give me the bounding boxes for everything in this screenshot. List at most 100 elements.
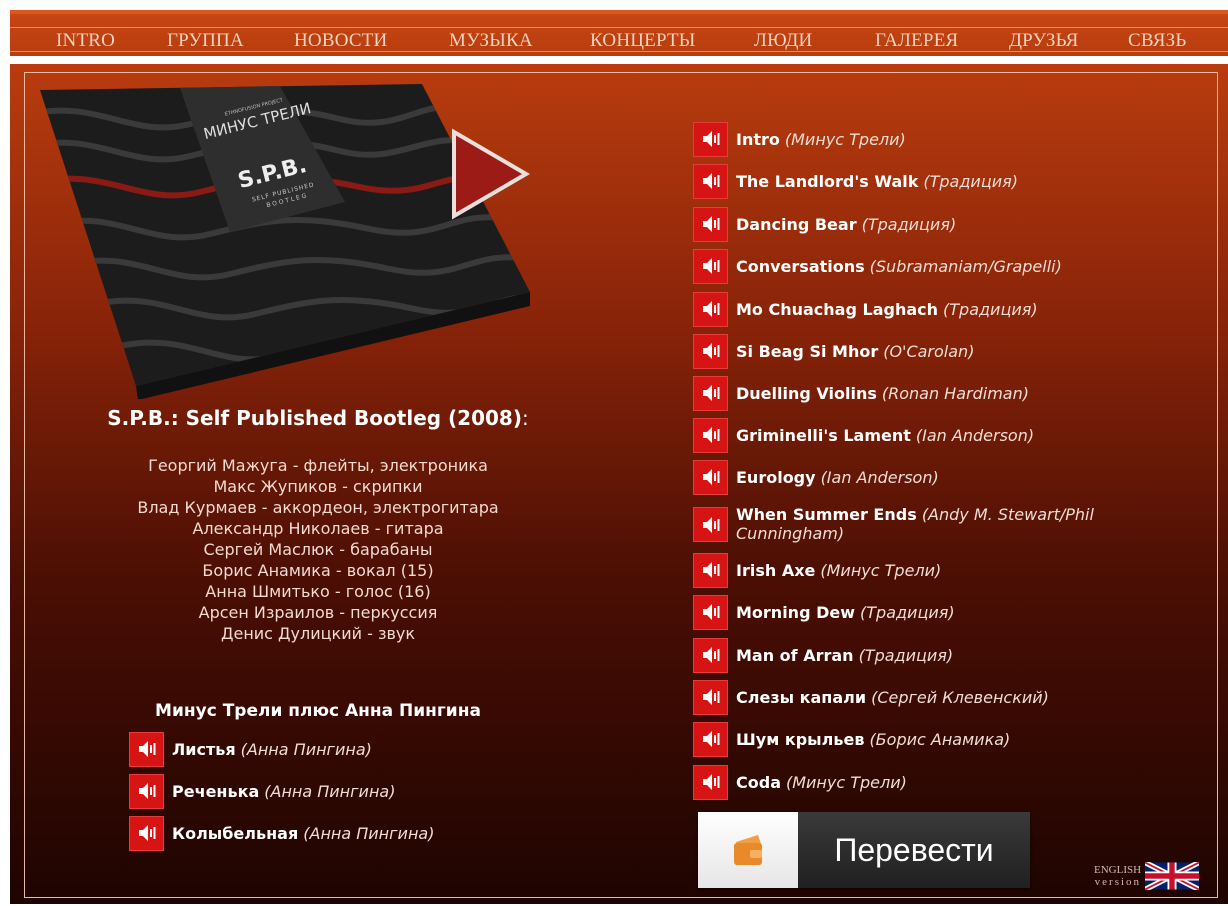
track-author: (Традиция) <box>923 171 1018 191</box>
nav-item-group[interactable]: ГРУППА <box>167 30 244 52</box>
track-item[interactable]: Man of Arran (Традиция) <box>693 637 953 673</box>
speaker-icon[interactable] <box>693 206 728 242</box>
track-name: Coda <box>736 772 781 792</box>
speaker-icon[interactable] <box>693 163 728 199</box>
speaker-icon[interactable] <box>693 721 728 757</box>
members-list: Георгий Мажуга - флейты, электроника Мак… <box>40 455 596 644</box>
track-name: Duelling Violins <box>736 383 877 403</box>
track-author: (Анна Пингина) <box>240 739 372 759</box>
nav-item-contact[interactable]: СВЯЗЬ <box>1128 30 1187 52</box>
speaker-icon[interactable] <box>129 731 164 767</box>
wallet-icon <box>734 835 762 865</box>
track-item[interactable]: Conversations (Subramaniam/Grapelli) <box>693 248 1062 284</box>
track-author: (Минус Трели) <box>784 129 906 149</box>
translate-icon-area <box>698 812 798 888</box>
speaker-icon[interactable] <box>693 291 728 327</box>
member-item: Георгий Мажуга - флейты, электроника <box>148 456 488 475</box>
track-item[interactable]: Слезы капали (Сергей Клевенский) <box>693 679 1049 715</box>
bonus-track-item[interactable]: Колыбельная (Анна Пингина) <box>129 815 434 851</box>
track-author: (Традиция) <box>943 299 1038 319</box>
track-name: Man of Arran <box>736 645 854 665</box>
track-author: (Анна Пингина) <box>303 823 435 843</box>
speaker-icon[interactable] <box>693 375 728 411</box>
version-label: version <box>1094 876 1142 888</box>
track-author: (O'Carolan) <box>883 341 975 361</box>
track-item[interactable]: Coda (Минус Трели) <box>693 764 907 800</box>
track-author: (Традиция) <box>860 602 955 622</box>
top-navigation: INTRO ГРУППА НОВОСТИ МУЗЫКА КОНЦЕРТЫ ЛЮД… <box>10 10 1228 56</box>
nav-item-people[interactable]: ЛЮДИ <box>754 30 812 52</box>
play-icon[interactable] <box>450 128 530 220</box>
track-name: Шум крыльев <box>736 729 865 749</box>
speaker-icon[interactable] <box>129 773 164 809</box>
track-name: Irish Axe <box>736 560 816 580</box>
english-version-link[interactable]: ENGLISH version <box>1094 862 1200 890</box>
track-item[interactable]: Duelling Violins (Ronan Hardiman) <box>693 375 1029 411</box>
member-item: Анна Шмитько - голос (16) <box>205 582 431 601</box>
speaker-icon[interactable] <box>693 417 728 453</box>
speaker-icon[interactable] <box>693 679 728 715</box>
english-label: ENGLISH <box>1094 864 1142 876</box>
track-author: (Минус Трели) <box>820 560 942 580</box>
translate-button-label: Перевести <box>798 812 1030 888</box>
speaker-icon[interactable] <box>129 815 164 851</box>
track-item[interactable]: Irish Axe (Минус Трели) <box>693 552 941 588</box>
track-item[interactable]: Mo Chuachag Laghach (Традиция) <box>693 291 1038 327</box>
speaker-icon[interactable] <box>693 248 728 284</box>
track-author: (Борис Анамика) <box>869 729 1011 749</box>
track-name: Intro <box>736 129 780 149</box>
speaker-icon[interactable] <box>693 764 728 800</box>
nav-divider-top <box>10 27 1228 28</box>
track-item[interactable]: Griminelli's Lament (Ian Anderson) <box>693 417 1034 453</box>
bonus-track-item[interactable]: Листья (Анна Пингина) <box>129 731 372 767</box>
speaker-icon[interactable] <box>693 459 728 495</box>
bonus-track-item[interactable]: Реченька (Анна Пингина) <box>129 773 395 809</box>
nav-item-friends[interactable]: ДРУЗЬЯ <box>1009 30 1079 52</box>
track-name: Dancing Bear <box>736 214 857 234</box>
track-author: (Subramaniam/Grapelli) <box>869 256 1062 276</box>
member-item: Борис Анамика - вокал (15) <box>202 561 434 580</box>
album-title: S.P.B.: Self Published Bootleg (2008): <box>40 406 596 430</box>
track-name: Eurology <box>736 467 816 487</box>
track-author: (Анна Пингина) <box>264 781 396 801</box>
member-item: Сергей Маслюк - барабаны <box>203 540 433 559</box>
speaker-icon[interactable] <box>693 637 728 673</box>
track-item[interactable]: Шум крыльев (Борис Анамика) <box>693 721 1010 757</box>
track-text: When Summer Ends (Andy M. Stewart/Phil C… <box>736 505 1156 543</box>
track-item[interactable]: Eurology (Ian Anderson) <box>693 459 939 495</box>
track-name: Колыбельная <box>172 823 299 843</box>
speaker-icon[interactable] <box>693 121 728 157</box>
nav-item-concerts[interactable]: КОНЦЕРТЫ <box>590 30 696 52</box>
track-item[interactable]: When Summer Ends (Andy M. Stewart/Phil C… <box>693 505 1156 545</box>
track-name: Слезы капали <box>736 687 867 707</box>
track-name: Si Beag Si Mhor <box>736 341 879 361</box>
english-version-text: ENGLISH version <box>1094 864 1141 888</box>
track-name: When Summer Ends <box>736 505 917 524</box>
track-item[interactable]: Si Beag Si Mhor (O'Carolan) <box>693 333 974 369</box>
speaker-icon[interactable] <box>693 552 728 588</box>
track-item[interactable]: The Landlord's Walk (Традиция) <box>693 163 1018 199</box>
track-author: (Сергей Клевенский) <box>871 687 1049 707</box>
member-item: Макс Жупиков - скрипки <box>213 477 423 496</box>
track-name: The Landlord's Walk <box>736 171 919 191</box>
member-item: Арсен Израилов - перкуссия <box>198 603 438 622</box>
track-author: (Ian Anderson) <box>820 467 939 487</box>
nav-item-music[interactable]: МУЗЫКА <box>449 30 533 52</box>
track-item[interactable]: Morning Dew (Традиция) <box>693 594 955 630</box>
translate-button[interactable]: Перевести <box>698 812 1030 888</box>
nav-item-news[interactable]: НОВОСТИ <box>294 30 387 52</box>
speaker-icon[interactable] <box>693 594 728 630</box>
nav-item-intro[interactable]: INTRO <box>56 30 115 52</box>
track-name: Листья <box>172 739 236 759</box>
uk-flag-icon <box>1145 862 1200 890</box>
track-author: (Ian Anderson) <box>915 425 1035 445</box>
member-item: Александр Николаев - гитара <box>192 519 444 538</box>
speaker-icon[interactable] <box>693 507 728 542</box>
track-item[interactable]: Dancing Bear (Традиция) <box>693 206 956 242</box>
track-author: (Традиция) <box>861 214 957 234</box>
track-item[interactable]: Intro (Минус Трели) <box>693 121 906 157</box>
speaker-icon[interactable] <box>693 333 728 369</box>
nav-item-gallery[interactable]: ГАЛЕРЕЯ <box>875 30 958 52</box>
track-name: Morning Dew <box>736 602 856 622</box>
bonus-section-title: Минус Трели плюс Анна Пингина <box>155 701 481 721</box>
